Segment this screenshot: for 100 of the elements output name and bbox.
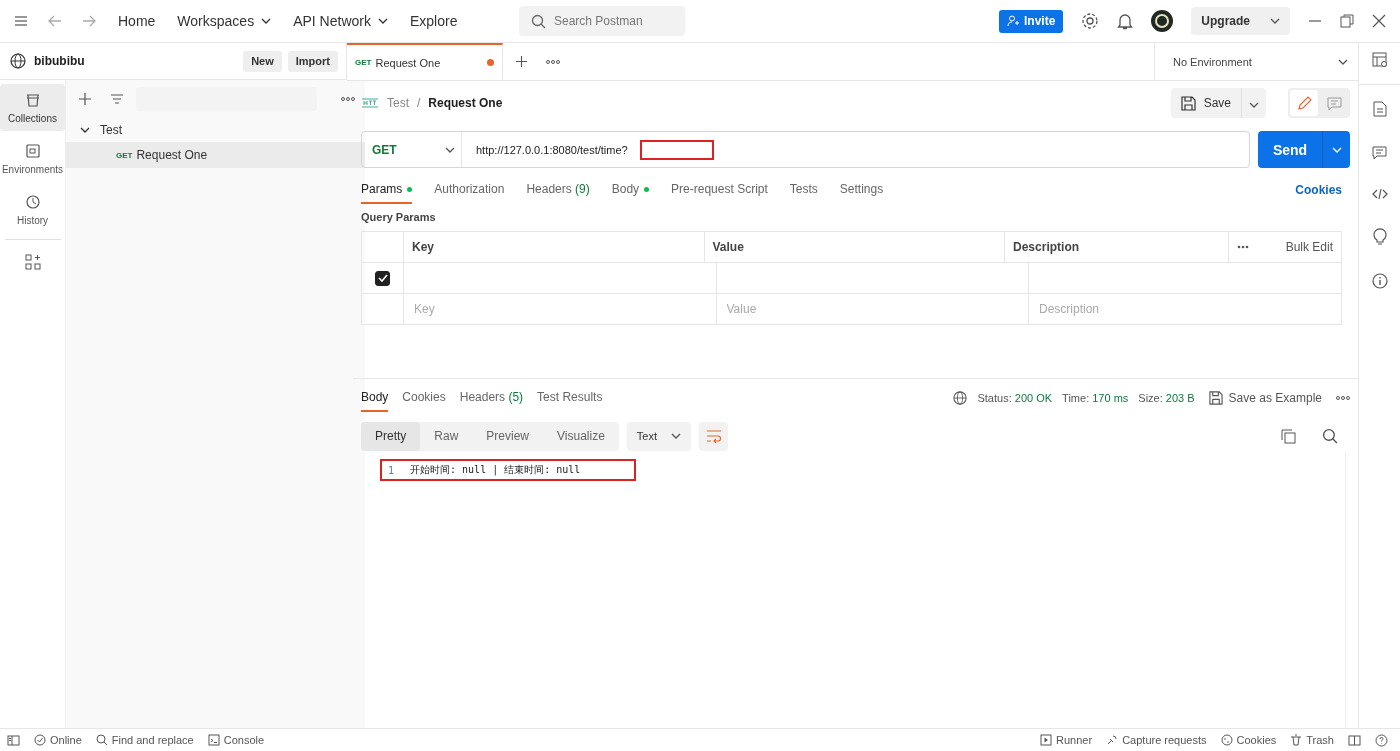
sidebar-tab[interactable]: Environments <box>0 135 65 182</box>
avatar-icon[interactable] <box>1151 10 1174 32</box>
cookies-link[interactable]: Cookies <box>1295 183 1342 197</box>
search-field[interactable]: Search Postman <box>519 6 685 36</box>
add-user-icon <box>1006 15 1019 27</box>
request-section-tab[interactable]: Tests <box>789 176 818 204</box>
format-dropdown[interactable]: Text <box>626 421 692 451</box>
unsaved-dot <box>487 59 494 66</box>
more-icon[interactable] <box>546 59 560 64</box>
caret-icon <box>377 18 388 24</box>
close-icon[interactable] <box>1372 14 1386 28</box>
request-section-tab[interactable]: Headers (9) <box>526 176 590 204</box>
method-dropdown[interactable]: GET <box>362 132 462 167</box>
param-field[interactable]: Value <box>724 301 1020 317</box>
globe-icon <box>10 53 26 69</box>
breadcrumb-separator: / <box>417 96 421 110</box>
view-mode-tab[interactable]: Visualize <box>543 421 619 451</box>
wrap-lines-icon <box>705 429 722 443</box>
layout-icon[interactable] <box>1348 734 1361 746</box>
column-header: Description <box>1013 240 1080 254</box>
floppy-icon <box>1180 95 1196 111</box>
bulk-edit-link[interactable]: Bulk Edit <box>1285 240 1333 254</box>
caret-icon <box>445 146 455 153</box>
edit-button[interactable] <box>1290 90 1318 116</box>
caret-icon <box>1338 58 1348 65</box>
environment-icon <box>24 142 41 159</box>
more-icon[interactable] <box>1237 245 1249 249</box>
footer-item[interactable]: Trash <box>1290 734 1334 746</box>
workspace-button[interactable]: Import <box>287 50 338 72</box>
nav-menu-item[interactable]: Explore <box>409 13 458 29</box>
footer-item[interactable]: Capture requests <box>1106 734 1207 746</box>
search-icon[interactable] <box>1322 428 1338 444</box>
menu-icon[interactable] <box>14 15 28 27</box>
request-section-tab[interactable]: Authorization <box>434 176 505 204</box>
request-section-tab[interactable]: Pre-request Script <box>671 176 768 204</box>
request-tab[interactable]: GET Request One <box>347 43 503 80</box>
settings-icon[interactable] <box>1081 12 1100 30</box>
view-mode-tab[interactable]: Preview <box>472 421 544 451</box>
floppy-icon <box>1208 391 1223 405</box>
param-field[interactable]: Description <box>1037 301 1333 317</box>
globe-icon[interactable] <box>953 391 968 405</box>
more-icon[interactable] <box>1336 396 1350 400</box>
response-tab[interactable]: Headers (5) <box>459 384 524 412</box>
view-mode-tab[interactable]: Pretty <box>361 421 421 451</box>
request-section-tab[interactable]: Settings <box>839 176 884 204</box>
upgrade-button[interactable]: Upgrade <box>1191 7 1290 35</box>
column-header: Key <box>412 240 434 254</box>
comment-icon[interactable] <box>1372 145 1387 160</box>
caret-icon <box>671 433 682 439</box>
section-title: Query Params <box>361 211 437 223</box>
nav-menu-item[interactable]: Workspaces <box>177 13 272 29</box>
meta-value: 203 B <box>1165 392 1195 404</box>
breadcrumb-link[interactable]: Test <box>387 96 409 110</box>
lightbulb-icon[interactable] <box>1372 228 1387 245</box>
sidebar-tab[interactable]: Collections <box>0 84 65 131</box>
request-section-tab[interactable]: Body <box>611 176 650 204</box>
bell-icon[interactable] <box>1117 12 1134 30</box>
meta-label: Status: <box>977 392 1012 404</box>
search-icon <box>95 734 108 746</box>
environment-preview-icon[interactable] <box>1371 52 1388 68</box>
sidebar-toggle-icon[interactable] <box>7 734 20 746</box>
document-icon[interactable] <box>1372 101 1387 117</box>
save-example-button[interactable]: Save as Example <box>1208 391 1322 405</box>
response-tab[interactable]: Body <box>361 384 389 412</box>
invite-button[interactable]: Invite <box>998 9 1064 33</box>
help-icon[interactable] <box>1375 733 1388 747</box>
copy-icon[interactable] <box>1281 428 1296 444</box>
request-item[interactable]: GET Request One <box>66 142 365 168</box>
param-field[interactable]: Key <box>412 301 708 317</box>
nav-menu-item[interactable]: Home <box>118 13 156 29</box>
response-tab[interactable]: Test Results <box>537 384 603 412</box>
workspace-name: bibubibu <box>34 54 85 68</box>
url-field[interactable]: http://127.0.0.1:8080/test/time? <box>474 142 642 157</box>
add-widget-icon[interactable] <box>24 254 41 270</box>
workspace-button[interactable]: New <box>243 50 282 72</box>
view-mode-tab[interactable]: Raw <box>420 421 473 451</box>
collection-item[interactable]: Test <box>66 118 365 142</box>
response-tab[interactable]: Cookies <box>402 384 446 412</box>
footer-item[interactable]: Online <box>34 734 82 746</box>
search-icon <box>531 14 546 29</box>
add-icon[interactable] <box>515 55 528 68</box>
comment-icon <box>1326 95 1342 111</box>
bin-icon <box>24 91 41 108</box>
environment-dropdown[interactable]: No Environment <box>1154 43 1358 80</box>
restore-icon[interactable] <box>1340 14 1354 28</box>
info-icon[interactable] <box>1371 273 1388 289</box>
more-icon[interactable] <box>341 97 355 101</box>
footer-item[interactable]: Runner <box>1040 734 1093 746</box>
code-icon[interactable] <box>1371 188 1388 200</box>
footer-item[interactable]: Find and replace <box>95 734 194 746</box>
request-section-tab[interactable]: Params <box>361 176 413 204</box>
nav-menu-item[interactable]: API Network <box>293 13 388 29</box>
footer-item[interactable]: Console <box>207 734 265 746</box>
play-icon <box>1040 734 1053 746</box>
sidebar-tab[interactable]: History <box>0 186 65 233</box>
footer-item[interactable]: Cookies <box>1220 734 1277 746</box>
checkbox[interactable] <box>375 270 390 286</box>
meta-value: 200 OK <box>1014 392 1053 404</box>
pencil-icon <box>1296 95 1312 111</box>
caret-icon <box>80 127 90 133</box>
